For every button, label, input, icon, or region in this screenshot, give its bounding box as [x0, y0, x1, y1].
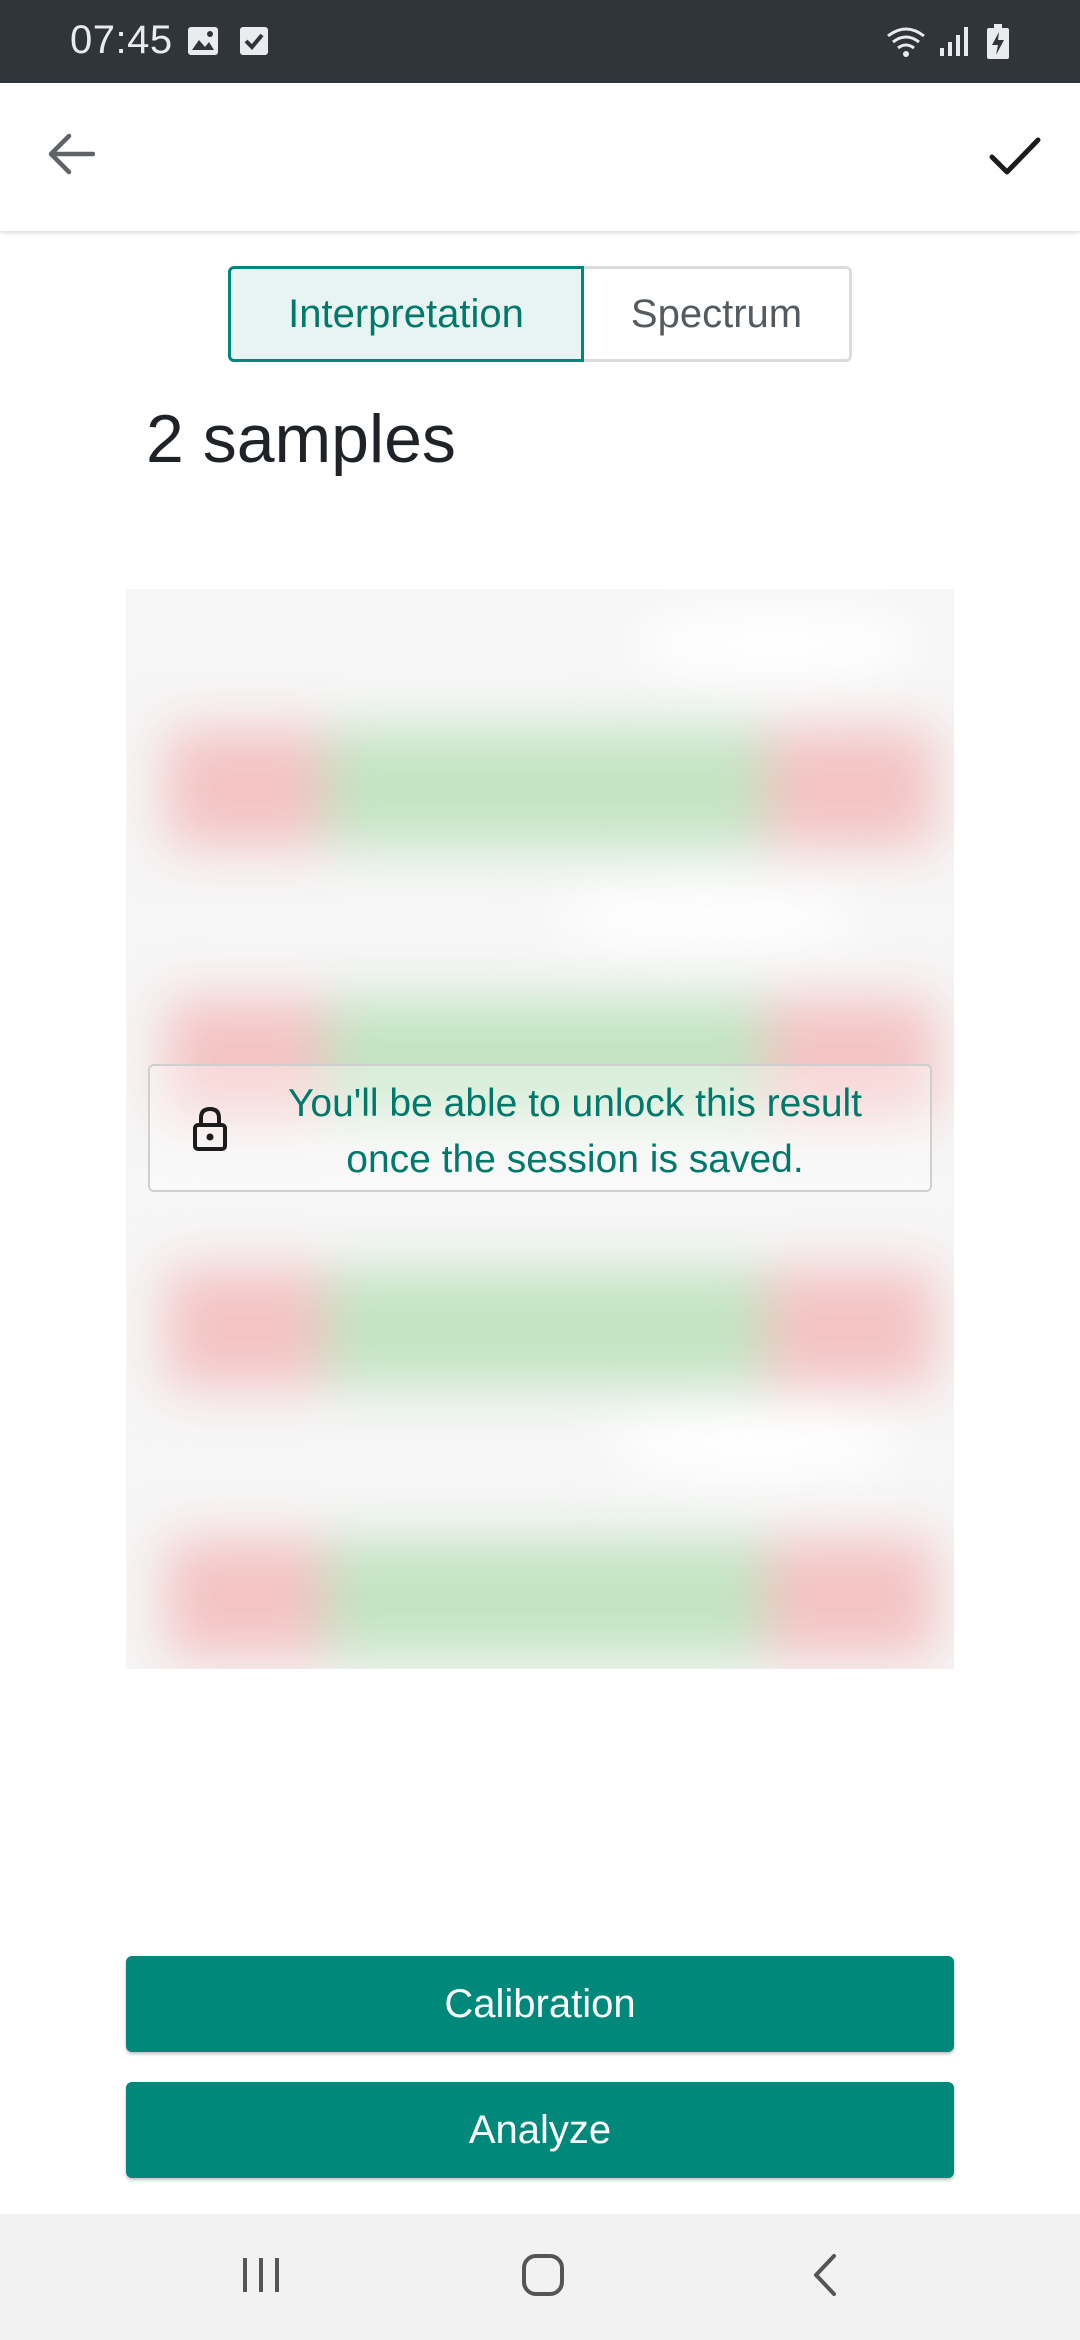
back-icon	[810, 2252, 840, 2303]
image-icon	[186, 24, 220, 58]
arrow-left-icon	[47, 132, 96, 181]
app-bar	[0, 83, 1080, 231]
result-band	[126, 729, 954, 847]
result-band	[126, 1539, 954, 1657]
back-button[interactable]	[38, 123, 104, 189]
recents-button[interactable]	[226, 2244, 296, 2310]
status-time: 07:45	[70, 18, 173, 62]
calibration-button[interactable]: Calibration	[126, 1956, 954, 2052]
checkbox-icon	[238, 24, 270, 58]
confirm-button[interactable]	[980, 123, 1050, 193]
lock-icon	[192, 1106, 228, 1157]
recents-icon	[239, 2254, 283, 2301]
battery-charging-icon	[986, 24, 1010, 60]
view-tabs: Interpretation Spectrum	[228, 266, 852, 362]
analyze-button[interactable]: Analyze	[126, 2082, 954, 2178]
signal-icon	[938, 24, 974, 58]
locked-result-notice: You'll be able to unlock this result onc…	[148, 1064, 932, 1192]
screen: 07:45 Interpretation Spectrum 2 samples …	[0, 0, 1080, 2340]
result-band	[126, 1269, 954, 1387]
status-bar: 07:45	[0, 0, 1080, 83]
system-back-button[interactable]	[790, 2244, 860, 2310]
tab-spectrum[interactable]: Spectrum	[584, 266, 852, 362]
home-icon	[520, 2252, 566, 2303]
check-icon	[989, 136, 1041, 181]
tab-interpretation[interactable]: Interpretation	[228, 266, 584, 362]
wifi-icon	[884, 24, 928, 58]
home-button[interactable]	[508, 2244, 578, 2310]
system-nav-bar	[0, 2214, 1080, 2340]
locked-result-message: You'll be able to unlock this result onc…	[287, 1082, 863, 1181]
samples-count-title: 2 samples	[146, 401, 456, 477]
